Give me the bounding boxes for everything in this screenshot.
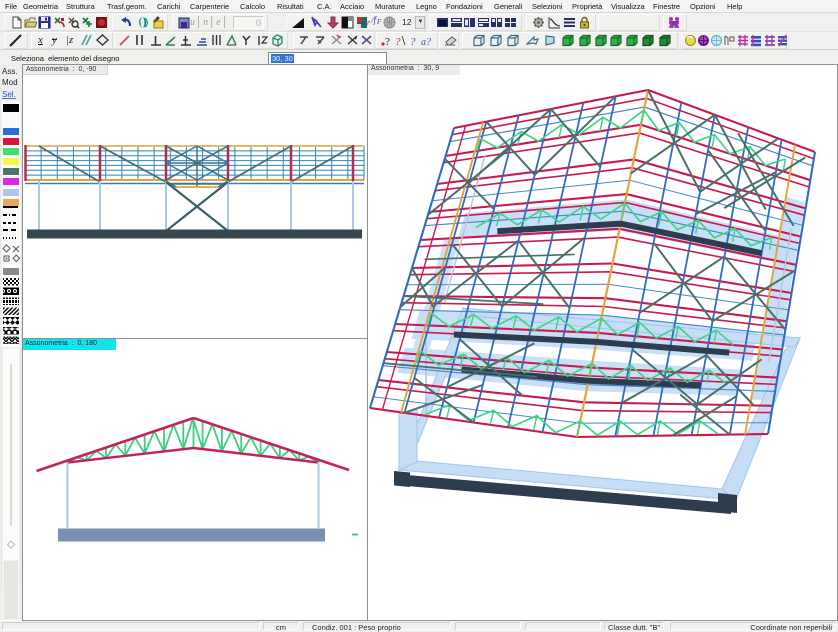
svg-text:Sel.: Sel. [2, 90, 16, 99]
svg-text:?: ? [410, 36, 416, 47]
svg-text:?: ? [395, 36, 401, 47]
svg-text:Mod: Mod [2, 78, 18, 87]
svg-text:?: ? [385, 36, 390, 47]
svg-text:a?: a? [421, 37, 431, 47]
svg-text:Ass.: Ass. [2, 67, 18, 76]
